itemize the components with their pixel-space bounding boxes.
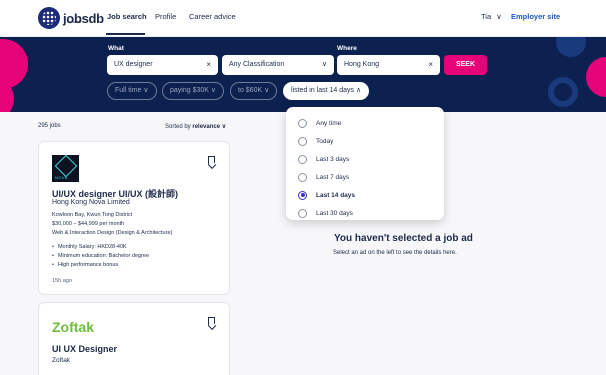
- user-menu[interactable]: Tia ∨: [481, 12, 502, 21]
- date-option-today[interactable]: Today: [298, 135, 333, 147]
- sort-control[interactable]: Sorted by relevance ∨: [165, 123, 226, 130]
- nav-active-underline: [106, 33, 145, 35]
- filter-date-listed[interactable]: listed in last 14 days ∧: [283, 82, 370, 100]
- chevron-down-icon: ∨: [496, 12, 502, 21]
- job-highlight: Monthly Salary: HKD28-40K: [52, 244, 127, 250]
- job-card[interactable]: NOVA UI/UX designer UI/UX (設計師) Hong Kon…: [38, 141, 230, 295]
- job-company[interactable]: Zoftak: [52, 357, 70, 364]
- bookmark-icon[interactable]: [208, 317, 215, 326]
- nav-profile[interactable]: Profile: [155, 12, 176, 21]
- nav-career-advice[interactable]: Career advice: [189, 12, 236, 21]
- job-salary: $30,000 – $44,999 per month: [52, 221, 125, 227]
- chevron-down-icon: ∨: [321, 61, 327, 68]
- date-option-label: Last 7 days: [316, 173, 350, 181]
- date-option-label: Last 14 days: [316, 191, 356, 199]
- date-option-last-30-days[interactable]: Last 30 days: [298, 207, 353, 219]
- decorative-shape: [556, 37, 586, 57]
- empty-state-title: You haven't selected a job ad: [334, 233, 473, 244]
- job-highlight: High performance bonus: [52, 262, 118, 268]
- sort-prefix: Sorted by: [165, 124, 191, 130]
- date-option-any-time[interactable]: Any time: [298, 117, 341, 129]
- date-option-last-3-days[interactable]: Last 3 days: [298, 153, 349, 165]
- radio-icon: [298, 208, 307, 218]
- job-classification[interactable]: Web & Interaction Design (Design & Archi…: [52, 230, 172, 236]
- results-count: 295 jobs: [38, 123, 61, 129]
- sort-value: relevance ∨: [192, 124, 227, 130]
- company-logo: NOVA: [52, 155, 79, 182]
- job-highlight: Minimum education: Bachelor degree: [52, 253, 149, 259]
- company-logo: Zoftak: [52, 319, 94, 335]
- employer-site-link[interactable]: Employer site: [511, 12, 560, 21]
- seek-button[interactable]: SEEK: [444, 55, 487, 75]
- date-option-last-7-days[interactable]: Last 7 days: [298, 171, 349, 183]
- job-location[interactable]: Kowloon Bay, Kwun Tong District: [52, 212, 132, 218]
- nav-job-search[interactable]: Job search: [107, 12, 147, 21]
- filter-salary-min[interactable]: paying $30K ∨: [162, 82, 224, 100]
- jobsdb-logo-icon: [38, 7, 60, 29]
- where-input[interactable]: Hong Kong ×: [337, 55, 440, 75]
- job-company[interactable]: Hong Kong Nova Limited: [52, 199, 130, 206]
- radio-icon: [298, 136, 307, 146]
- date-listed-dropdown: Any time Today Last 3 days Last 7 days L…: [286, 107, 444, 220]
- where-input-value: Hong Kong: [344, 61, 380, 68]
- clear-icon[interactable]: ×: [206, 60, 211, 69]
- bookmark-icon[interactable]: [208, 156, 215, 165]
- filter-salary-max[interactable]: to $60K ∨: [230, 82, 278, 100]
- date-option-label: Last 3 days: [316, 155, 350, 163]
- clear-icon[interactable]: ×: [428, 60, 433, 69]
- filter-work-type[interactable]: Full time ∨: [107, 82, 157, 100]
- empty-state-subtitle: Select an ad on the left to see the deta…: [333, 250, 457, 256]
- job-posted-time: 15h ago: [52, 278, 72, 284]
- logo-subtext: by seek: [67, 19, 81, 24]
- radio-icon: [298, 172, 307, 182]
- company-logo-text: NOVA: [55, 175, 69, 180]
- radio-icon: [298, 118, 307, 128]
- radio-icon: [298, 154, 307, 164]
- job-title[interactable]: UI UX Designer: [52, 344, 117, 354]
- date-option-label: Today: [316, 137, 334, 145]
- jobsdb-logo[interactable]: jobsdb: [38, 7, 104, 29]
- classification-select[interactable]: Any Classification ∨: [222, 55, 334, 75]
- top-navigation: jobsdb by seek Job search Profile Career…: [0, 0, 606, 37]
- user-name: Tia: [481, 12, 492, 21]
- classification-value: Any Classification: [229, 61, 285, 68]
- date-option-last-14-days[interactable]: Last 14 days: [298, 189, 355, 201]
- job-card[interactable]: Zoftak UI UX Designer Zoftak: [38, 302, 230, 375]
- what-input-value: UX designer: [114, 61, 153, 68]
- decorative-shape: [548, 77, 578, 107]
- where-label: Where: [337, 45, 357, 52]
- date-option-label: Any time: [316, 119, 342, 127]
- what-input[interactable]: UX designer ×: [107, 55, 218, 75]
- what-label: What: [108, 45, 124, 52]
- decorative-shape: [586, 57, 606, 97]
- date-option-label: Last 30 days: [316, 209, 353, 217]
- radio-selected-icon: [298, 190, 307, 200]
